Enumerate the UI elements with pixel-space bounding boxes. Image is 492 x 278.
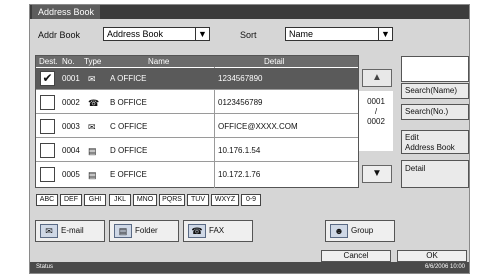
table-row[interactable]: 0005 ▤ E OFFICE 10.172.1.76 xyxy=(36,164,358,186)
row-number: 0002 xyxy=(62,98,80,107)
search-no-button[interactable]: Search(No.) xyxy=(401,104,469,120)
cancel-button[interactable]: Cancel xyxy=(321,250,391,262)
type-icon: ▤ xyxy=(88,170,97,180)
sort-value: Name xyxy=(289,29,314,39)
table-row[interactable]: ✔ 0001 ✉ A OFFICE 1234567890 xyxy=(36,68,358,90)
table-row[interactable]: 0003 ✉ C OFFICE OFFICE@XXXX.COM xyxy=(36,116,358,138)
alpha-tab-0-9[interactable]: 0-9 xyxy=(241,194,261,206)
group-label: Group xyxy=(351,226,374,235)
group-button[interactable]: ☻ Group xyxy=(325,220,395,242)
row-number: 0003 xyxy=(62,122,80,131)
row-checkbox[interactable] xyxy=(40,119,55,134)
status-bar: Status 6/6/2006 10:00 xyxy=(30,262,469,273)
scroll-down-button[interactable]: ▼ xyxy=(362,165,392,183)
page-current: 0001 xyxy=(367,97,385,106)
row-number: 0005 xyxy=(62,170,80,179)
status-label[interactable]: Status xyxy=(36,262,53,273)
type-icon: ✉ xyxy=(88,122,96,132)
row-name: E OFFICE xyxy=(110,170,147,179)
row-checkbox[interactable] xyxy=(40,95,55,110)
arrow-down-icon: ▼ xyxy=(372,168,382,179)
arrow-up-icon: ▲ xyxy=(372,72,382,83)
row-name: A OFFICE xyxy=(110,74,147,83)
addr-book-value: Address Book xyxy=(107,29,164,39)
page-counter: 0001 / 0002 xyxy=(359,91,393,151)
chevron-down-icon: ▼ xyxy=(378,28,392,40)
header-type: Type xyxy=(84,57,102,66)
row-detail: 1234567890 xyxy=(218,74,263,83)
detail-button[interactable]: Detail xyxy=(401,160,469,188)
sort-label: Sort xyxy=(240,30,257,40)
scroll-up-button[interactable]: ▲ xyxy=(362,69,392,87)
alpha-tab-tuv[interactable]: TUV xyxy=(187,194,209,206)
destination-list: Dest. No. Type Name Detail ✔ 0001 ✉ A OF… xyxy=(35,55,359,188)
envelope-icon: ✉ xyxy=(40,224,58,238)
alpha-tab-mno[interactable]: MNO xyxy=(133,194,157,206)
email-button[interactable]: ✉ E-mail xyxy=(35,220,105,242)
header-dest: Dest. xyxy=(39,57,58,66)
row-number: 0001 xyxy=(62,74,80,83)
fax-button[interactable]: ☎ FAX xyxy=(183,220,253,242)
alpha-tab-jkl[interactable]: JKL xyxy=(109,194,131,206)
row-name: C OFFICE xyxy=(110,122,148,131)
type-icon: ☎ xyxy=(88,98,100,108)
fax-icon: ☎ xyxy=(188,224,206,238)
row-name: D OFFICE xyxy=(110,146,148,155)
datetime: 6/6/2006 10:00 xyxy=(424,264,465,270)
row-detail: 10.176.1.54 xyxy=(218,146,261,155)
row-detail: 10.172.1.76 xyxy=(218,170,261,179)
table-row[interactable]: 0004 ▤ D OFFICE 10.176.1.54 xyxy=(36,140,358,162)
row-checkbox[interactable] xyxy=(40,167,55,182)
chevron-down-icon: ▼ xyxy=(195,28,209,40)
address-book-label: Address Book xyxy=(405,143,455,152)
header-name: Name xyxy=(148,57,170,66)
addr-book-select[interactable]: Address Book ▼ xyxy=(103,27,210,41)
row-checkbox[interactable] xyxy=(40,143,55,158)
edit-address-book-button[interactable]: Edit Address Book xyxy=(401,130,469,154)
alpha-tab-pqrs[interactable]: PQRS xyxy=(159,194,185,206)
header-detail: Detail xyxy=(264,57,285,66)
header-no: No. xyxy=(62,57,75,66)
email-label: E-mail xyxy=(61,226,84,235)
list-header: Dest. No. Type Name Detail xyxy=(36,56,358,67)
folder-icon: ▤ xyxy=(114,224,132,238)
alpha-tab-abc[interactable]: ABC xyxy=(36,194,58,206)
search-name-button[interactable]: Search(Name) xyxy=(401,83,469,99)
address-book-window: Address Book Addr Book Address Book ▼ So… xyxy=(29,4,470,274)
type-icon: ✉ xyxy=(88,74,96,84)
row-name: B OFFICE xyxy=(110,98,147,107)
page-separator: / xyxy=(374,107,378,116)
folder-button[interactable]: ▤ Folder xyxy=(109,220,179,242)
edit-label: Edit xyxy=(405,133,419,142)
title-bar: Address Book xyxy=(30,5,469,19)
type-icon: ▤ xyxy=(88,146,97,156)
alpha-tab-def[interactable]: DEF xyxy=(60,194,82,206)
alpha-tab-ghi[interactable]: GHI xyxy=(84,194,106,206)
folder-label: Folder xyxy=(135,226,158,235)
row-checkbox[interactable]: ✔ xyxy=(40,71,55,86)
row-detail: OFFICE@XXXX.COM xyxy=(218,122,298,131)
alpha-tab-wxyz[interactable]: WXYZ xyxy=(211,194,239,206)
selection-display xyxy=(401,56,469,82)
sort-select[interactable]: Name ▼ xyxy=(285,27,393,41)
window-title: Address Book xyxy=(32,5,101,19)
ok-button[interactable]: OK xyxy=(397,250,467,262)
table-row[interactable]: 0002 ☎ B OFFICE 0123456789 xyxy=(36,92,358,114)
fax-label: FAX xyxy=(209,226,225,235)
group-icon: ☻ xyxy=(330,224,348,238)
page-total: 0002 xyxy=(367,117,385,126)
row-number: 0004 xyxy=(62,146,80,155)
row-detail: 0123456789 xyxy=(218,98,263,107)
addr-book-label: Addr Book xyxy=(38,30,81,40)
